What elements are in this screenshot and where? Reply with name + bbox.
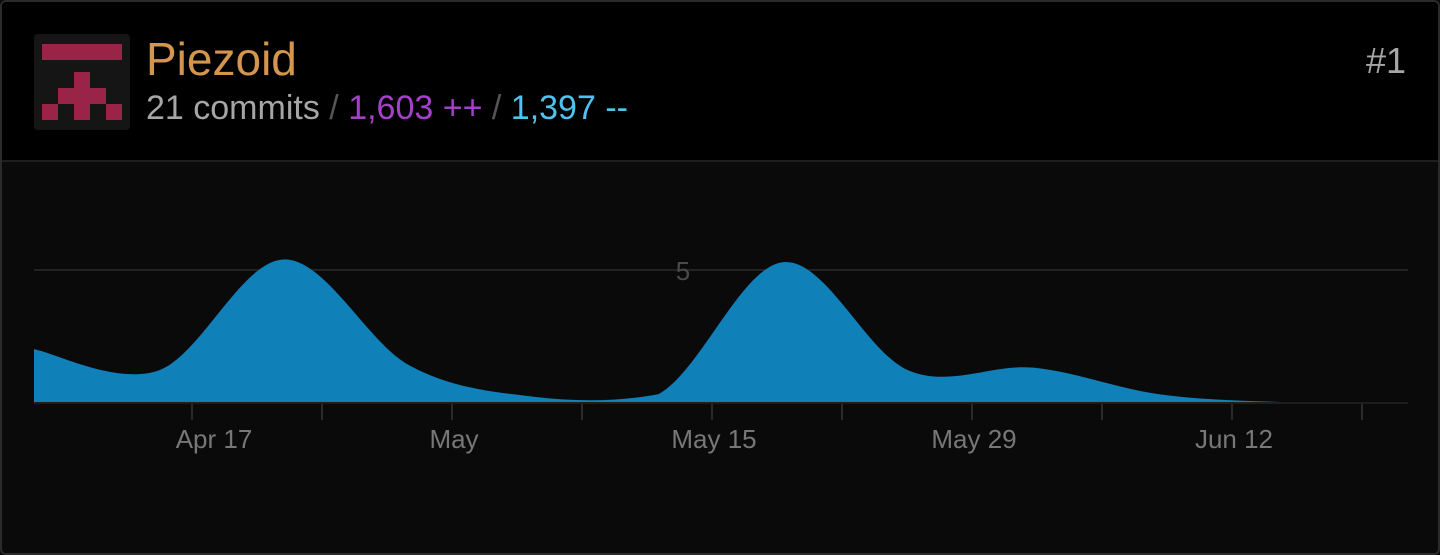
contributor-stats: 21 commits / 1,603 ++ / 1,397 -- — [146, 88, 628, 128]
x-axis: Apr 17 May May 15 May 29 Jun 12 — [34, 402, 1408, 454]
contributor-name[interactable]: Piezoid — [146, 32, 297, 86]
x-tick-label: May 29 — [931, 424, 1016, 454]
x-tick-label: Jun 12 — [1195, 424, 1273, 454]
x-tick-label: May — [429, 424, 478, 454]
pixel-identicon-icon — [42, 44, 122, 120]
stats-separator: / — [491, 89, 502, 127]
commits-area — [34, 259, 1408, 402]
stats-separator: / — [329, 89, 339, 127]
contributor-card: Piezoid 21 commits / 1,603 ++ / 1,397 --… — [0, 0, 1440, 555]
grid-layer: 5 — [34, 256, 1408, 286]
x-tick-label: May 15 — [671, 424, 756, 454]
y-tick-label: 5 — [676, 256, 690, 286]
x-tick-label: Apr 17 — [176, 424, 253, 454]
deletions-count: 1,397 -- — [510, 89, 628, 127]
commits-area-chart: 5 Apr 17 May May 15 May 29 Jun 12 — [34, 256, 1408, 454]
commits-link[interactable]: 21 commits — [146, 89, 320, 127]
contributor-header: Piezoid 21 commits / 1,603 ++ / 1,397 --… — [2, 2, 1438, 162]
avatar[interactable] — [34, 34, 130, 130]
contributor-rank: #1 — [1365, 40, 1406, 81]
additions-count: 1,603 ++ — [348, 89, 483, 127]
